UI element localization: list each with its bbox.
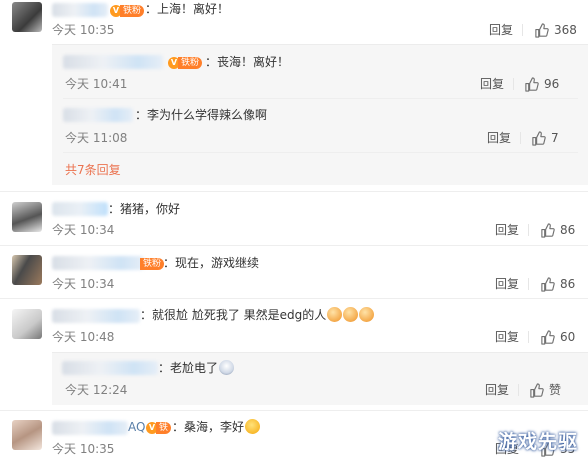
fan-badge: 铁粉 [140,258,165,270]
comment-text: ：猪猪，你好 [108,202,181,216]
like-button[interactable]: 60 [540,329,575,345]
username-blurred[interactable] [52,309,140,323]
username-blurred[interactable] [62,361,158,375]
reply-text: ：老尬电了 [158,360,235,376]
comment-time: 今天 10:35 [52,442,115,456]
thumbs-up-icon [535,22,549,38]
username-tail[interactable]: AQ [128,419,145,435]
avatar[interactable] [12,420,42,450]
like-count: 86 [560,277,576,291]
fist-emoji-icon [359,307,375,322]
reply-text: ：丧海！离好！ [205,55,290,69]
reply-button[interactable]: 回复 [495,222,519,238]
comment-text: ：桑海，李好 [172,419,261,435]
reply-button[interactable]: 回复 [495,276,519,292]
username-blurred[interactable] [52,202,108,216]
thumbs-up-icon [530,382,544,398]
reply-time: 今天 11:08 [65,131,128,145]
fan-badge: V 铁粉 [110,5,145,17]
like-button[interactable]: 86 [540,276,575,292]
divider [518,384,519,396]
divider [522,24,523,36]
thumbs-up-icon [541,222,555,238]
comment-text: ：就很尬 尬死我了 果然是edg的人 [140,307,375,323]
divider [63,98,578,99]
comment-time: 今天 10:34 [52,223,115,237]
reply-time: 今天 10:41 [65,77,128,91]
like-button[interactable]: 7 [531,130,559,146]
comment-time: 今天 10:34 [52,277,115,291]
thumbs-up-icon [541,329,555,345]
divider [528,224,529,236]
username-blurred[interactable] [63,55,163,69]
like-count: 赞 [549,383,562,397]
fan-badge: V 铁粉 [168,57,203,69]
like-button[interactable]: 368 [534,22,577,38]
comment-text: ：现在，游戏继续 [163,256,260,270]
thumbs-up-icon [525,76,539,92]
reply-text: ：李为什么学得辣么像啊 [135,108,268,122]
reply-button[interactable]: 回复 [495,329,519,345]
reply-button[interactable]: 回复 [485,382,509,398]
thumbs-up-icon [532,130,546,146]
like-count: 368 [554,23,577,37]
avatar[interactable] [12,2,42,32]
divider [513,78,514,90]
like-button[interactable]: 96 [524,76,559,92]
reply-button[interactable]: 回复 [487,130,511,146]
comment-text: ：上海！离好！ [145,2,230,16]
divider [0,410,588,411]
fist-emoji-icon [327,307,343,322]
shocked-emoji-icon [219,360,235,375]
comment-time: 今天 10:35 [52,23,115,37]
fan-badge: V铁 [146,422,172,434]
watermark: 游戏先驱 [497,431,578,453]
username-blurred[interactable] [52,421,128,435]
like-count: 96 [544,77,560,91]
reply-button[interactable]: 回复 [489,22,513,38]
username-blurred[interactable] [52,3,108,17]
avatar[interactable] [12,255,42,285]
thumbs-up-icon [541,276,555,292]
like-count: 7 [551,131,559,145]
divider [0,298,588,299]
divider [63,152,578,153]
like-button[interactable]: 赞 [529,382,561,398]
like-count: 86 [560,223,576,237]
divider [520,132,521,144]
divider [528,331,529,343]
avatar[interactable] [12,309,42,339]
username-blurred[interactable] [52,256,144,270]
grin-emoji-icon [245,419,261,434]
like-count: 60 [560,330,576,344]
divider [0,245,588,246]
username-blurred[interactable] [63,108,133,122]
like-button[interactable]: 86 [540,222,575,238]
comment-time: 今天 10:48 [52,330,115,344]
divider [0,191,588,192]
reply-time: 今天 12:24 [65,383,128,397]
fist-emoji-icon [343,307,359,322]
divider [528,278,529,290]
more-replies-link[interactable]: 共7条回复 [65,162,121,178]
avatar[interactable] [12,202,42,232]
reply-button[interactable]: 回复 [480,76,504,92]
